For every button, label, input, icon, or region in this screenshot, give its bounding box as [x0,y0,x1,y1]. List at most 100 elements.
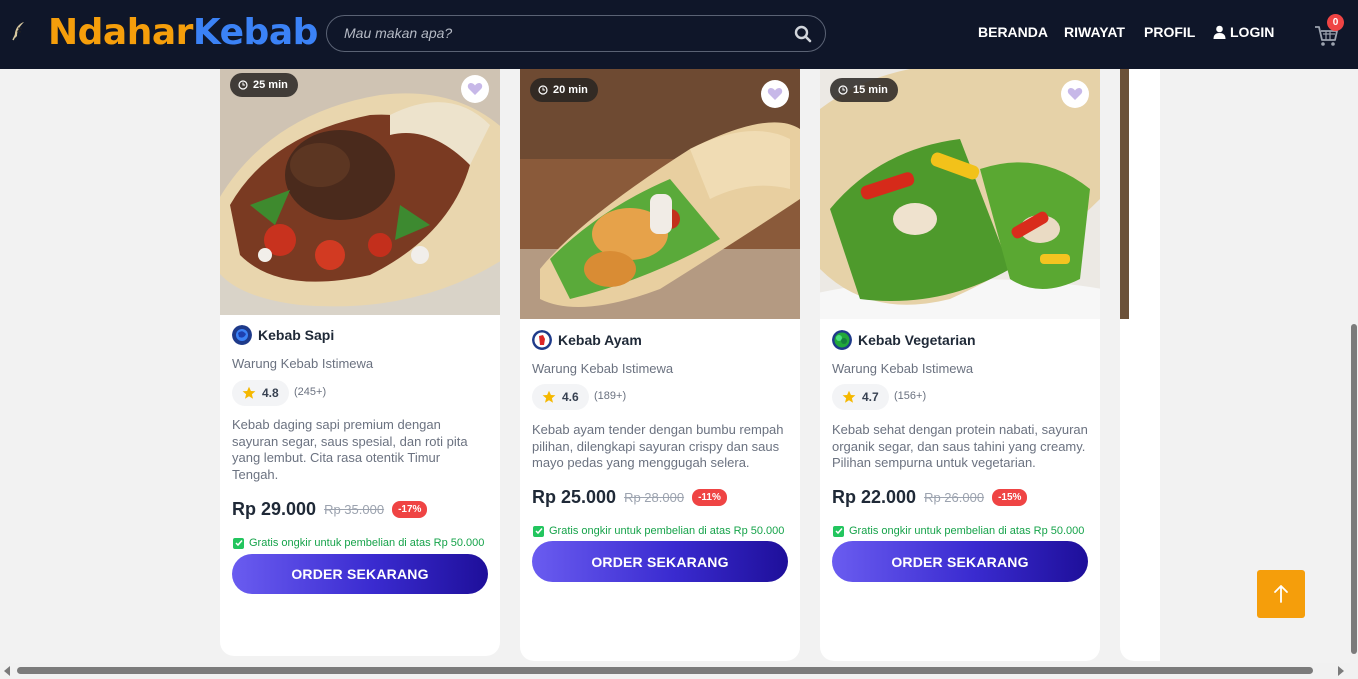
product-image-kebab-sapi[interactable]: 25 min [220,55,500,315]
free-shipping-note: Gratis ongkir untuk pembelian di atas Rp… [833,525,1084,537]
original-price: Rp 28.000 [624,490,685,505]
product-description: Kebab ayam tender dengan bumbu rempah pi… [532,422,784,471]
clock-icon [238,80,248,90]
brand-logo[interactable]: NdaharKebab [48,10,318,56]
product-card-partial [1120,69,1160,661]
store-name: Warung Kebab Istimewa [532,361,674,376]
logo-text-part1: Ndahar [48,12,193,53]
top-navbar: NdaharKebab BERANDA RIWAYAT PROFIL LOGIN… [0,0,1358,69]
rating-value: 4.7 [862,390,879,404]
free-shipping-text: Gratis ongkir untuk pembelian di atas Rp… [549,525,785,537]
star-icon [542,390,556,403]
nav-profil[interactable]: PROFIL [1144,24,1195,40]
rating-value: 4.8 [262,386,279,400]
free-shipping-note: Gratis ongkir untuk pembelian di atas Rp… [533,525,784,537]
user-icon [1213,25,1226,39]
review-count: (156+) [894,390,927,402]
discount-badge: -17% [392,501,428,518]
horizontal-scrollbar[interactable] [0,663,1358,679]
original-price: Rp 35.000 [324,502,385,517]
discount-badge: -11% [692,489,727,506]
rating-pill: 4.7 [832,384,889,410]
nav-login-label: LOGIN [1230,24,1275,40]
prep-time-text: 20 min [553,84,588,96]
original-price: Rp 26.000 [924,490,985,505]
store-name: Warung Kebab Istimewa [832,361,974,376]
search-input[interactable] [344,22,784,44]
prep-time-badge: 25 min [230,73,298,97]
veggie-icon [832,330,852,350]
review-count: (189+) [594,390,627,402]
chicken-icon [532,330,552,350]
product-image-kebab-vegetarian[interactable]: 15 min [820,69,1100,319]
logo-text-part2: Kebab [192,12,319,53]
beef-icon [232,325,252,345]
star-icon [242,386,256,399]
product-title[interactable]: Kebab Sapi [258,327,334,343]
vertical-scrollbar[interactable] [1350,69,1358,663]
product-title[interactable]: Kebab Ayam [558,332,642,348]
free-shipping-note: Gratis ongkir untuk pembelian di atas Rp… [233,537,484,549]
product-card-kebab-vegetarian: 15 min Kebab Vegetarian Warung Kebab Ist… [820,69,1100,661]
prep-time-text: 15 min [853,84,888,96]
nav-login[interactable]: LOGIN [1213,24,1274,40]
order-now-button[interactable]: ORDER SEKARANG [532,541,788,582]
arrow-up-icon [1274,585,1288,603]
free-shipping-text: Gratis ongkir untuk pembelian di atas Rp… [849,525,1085,537]
current-price: Rp 22.000 [832,487,917,507]
product-description: Kebab sehat dengan protein nabati, sayur… [832,422,1088,471]
clock-icon [838,85,848,95]
heart-icon [767,87,783,100]
order-now-button[interactable]: ORDER SEKARANG [232,554,488,594]
nav-beranda[interactable]: BERANDA [978,24,1048,40]
scroll-right-arrow[interactable] [1338,666,1344,676]
discount-badge: -15% [992,489,1028,506]
product-title-row: Kebab Vegetarian [832,330,976,350]
scroll-left-arrow[interactable] [4,666,10,676]
price-row: Rp 22.000 Rp 26.000 -15% [832,487,1028,508]
review-count: (245+) [294,386,327,398]
product-image-partial [1120,69,1129,319]
search-icon[interactable] [793,24,813,44]
heart-icon [1067,87,1083,100]
nav-riwayat[interactable]: RIWAYAT [1064,24,1125,40]
check-icon [233,537,244,549]
favorite-button[interactable] [761,80,789,108]
product-card-kebab-ayam: 20 min Kebab Ayam Warung Kebab Istimewa … [520,69,800,661]
prep-time-badge: 20 min [530,78,598,102]
store-name: Warung Kebab Istimewa [232,356,374,371]
prep-time-badge: 15 min [830,78,898,102]
horizontal-scrollbar-thumb[interactable] [17,667,1313,674]
price-row: Rp 25.000 Rp 28.000 -11% [532,487,727,508]
back-to-top-button[interactable] [1257,570,1305,618]
product-title[interactable]: Kebab Vegetarian [858,332,976,348]
product-card-kebab-sapi: 25 min Kebab Sapi Warung Kebab Istimewa … [220,55,500,656]
favorite-button[interactable] [461,75,489,103]
product-description: Kebab daging sapi premium dengan sayuran… [232,417,468,483]
vertical-scrollbar-thumb[interactable] [1351,324,1357,654]
check-icon [533,525,544,537]
product-title-row: Kebab Sapi [232,325,334,345]
order-now-button[interactable]: ORDER SEKARANG [832,541,1088,582]
star-icon [842,390,856,403]
cart-count-badge: 0 [1327,14,1344,31]
rating-pill: 4.6 [532,384,589,410]
rating-pill: 4.8 [232,380,289,406]
product-title-row: Kebab Ayam [532,330,642,350]
current-price: Rp 25.000 [532,487,617,507]
nav-beranda-label: BERANDA [978,24,1048,40]
free-shipping-text: Gratis ongkir untuk pembelian di atas Rp… [249,537,485,549]
price-row: Rp 29.000 Rp 35.000 -17% [232,499,428,520]
current-price: Rp 29.000 [232,499,317,519]
prep-time-text: 25 min [253,79,288,91]
rating-value: 4.6 [562,390,579,404]
check-icon [833,525,844,537]
nav-riwayat-label: RIWAYAT [1064,24,1125,40]
product-image-kebab-ayam[interactable]: 20 min [520,69,800,319]
clock-icon [538,85,548,95]
favorite-button[interactable] [1061,80,1089,108]
search-bar [326,15,826,52]
nav-profil-label: PROFIL [1144,24,1196,40]
feather-icon [12,22,24,41]
heart-icon [467,82,483,95]
